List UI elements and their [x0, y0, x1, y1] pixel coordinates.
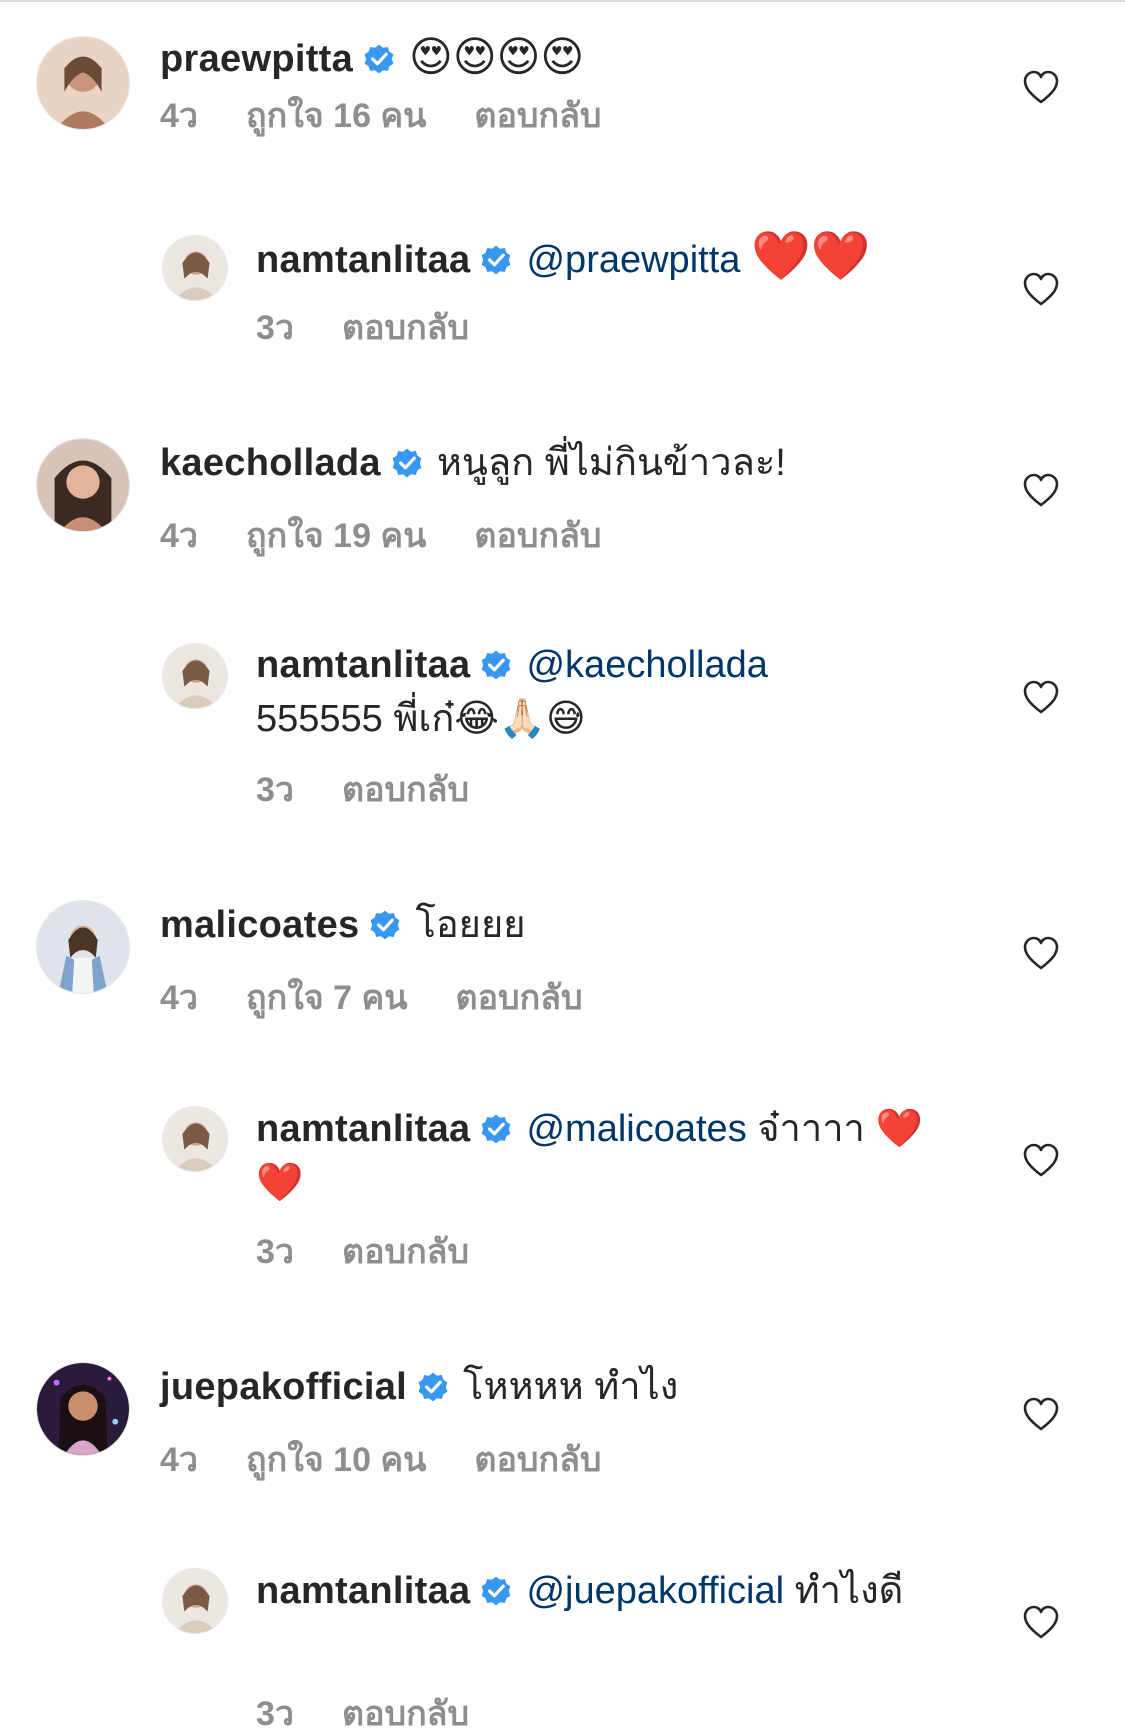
comment-body: โหหหห ทำไง [463, 1366, 679, 1408]
reply-meta: 3ว ตอบกลับ [256, 1232, 517, 1272]
verified-badge-icon [480, 1113, 512, 1145]
username[interactable]: kaechollada [160, 442, 381, 484]
mention-link[interactable]: @malicoates [526, 1108, 746, 1150]
username[interactable]: namtanlitaa [256, 644, 470, 686]
like-button[interactable] [1021, 471, 1061, 511]
heart-outline-icon [1023, 1397, 1059, 1431]
timestamp: 4ว [160, 97, 199, 135]
comment-meta: 4ว ถูกใจ 16 คน ตอบกลับ [160, 96, 650, 136]
reply-button[interactable]: ตอบกลับ [474, 97, 601, 135]
timestamp: 4ว [160, 1441, 199, 1479]
username[interactable]: juepakofficial [160, 1366, 407, 1408]
heart-outline-icon [1023, 680, 1059, 714]
heart-outline-icon [1023, 936, 1059, 970]
comment-text: juepakofficial โหหหห ทำไง [160, 1360, 980, 1414]
timestamp: 3ว [256, 309, 295, 347]
like-button[interactable] [1021, 270, 1061, 310]
heart-outline-icon [1023, 272, 1059, 306]
heart-outline-icon [1023, 1143, 1059, 1177]
username[interactable]: namtanlitaa [256, 1570, 470, 1612]
reply-text: namtanlitaa @praewpitta ❤️❤️ [256, 230, 956, 287]
verified-badge-icon [417, 1371, 449, 1403]
verified-badge-icon [480, 1575, 512, 1607]
verified-badge-icon [480, 649, 512, 681]
timestamp: 4ว [160, 517, 199, 555]
reply-meta: 3ว ตอบกลับ [256, 1694, 517, 1734]
verified-badge-icon [369, 909, 401, 941]
reply-body: ❤️❤️ [750, 230, 871, 283]
comment-meta: 4ว ถูกใจ 10 คน ตอบกลับ [160, 1440, 650, 1480]
verified-badge-icon [391, 447, 423, 479]
reply-button[interactable]: ตอบกลับ [342, 309, 469, 347]
avatar[interactable] [36, 36, 130, 130]
reply-body: 555555 พี่เก๋😂🙏🏻😅 [256, 698, 586, 740]
timestamp: 3ว [256, 771, 295, 809]
avatar[interactable] [36, 900, 130, 994]
avatar[interactable] [162, 235, 228, 301]
comment-body: 😍😍😍😍 [409, 33, 585, 80]
avatar[interactable] [162, 1568, 228, 1634]
likes-count[interactable]: ถูกใจ 10 คน [246, 1441, 426, 1479]
verified-badge-icon [480, 244, 512, 276]
username[interactable]: malicoates [160, 904, 359, 946]
timestamp: 3ว [256, 1233, 295, 1271]
heart-outline-icon [1023, 473, 1059, 507]
like-button[interactable] [1021, 1603, 1061, 1643]
reply-text: namtanlitaa @malicoates จ๋าาาา ❤️❤️ [256, 1102, 956, 1210]
avatar[interactable] [36, 438, 130, 532]
avatar[interactable] [162, 643, 228, 709]
comment-meta: 4ว ถูกใจ 19 คน ตอบกลับ [160, 516, 650, 556]
timestamp: 4ว [160, 979, 199, 1017]
mention-link[interactable]: @praewpitta [526, 239, 740, 281]
reply-text: namtanlitaa @kaechollada 555555 พี่เก๋😂🙏🏻😅 [256, 638, 956, 746]
reply-button[interactable]: ตอบกลับ [474, 1441, 601, 1479]
reply-body: ทำไงดี [794, 1570, 904, 1612]
verified-badge-icon [363, 43, 395, 75]
username[interactable]: praewpitta [160, 38, 353, 80]
like-button[interactable] [1021, 1141, 1061, 1181]
avatar[interactable] [162, 1106, 228, 1172]
comment-body: โอยยย [415, 904, 526, 946]
avatar[interactable] [36, 1362, 130, 1456]
heart-outline-icon [1023, 70, 1059, 104]
likes-count[interactable]: ถูกใจ 19 คน [246, 517, 426, 555]
comment-text: kaechollada หนูลูก พี่ไม่กินข้าวละ! [160, 436, 980, 490]
like-button[interactable] [1021, 934, 1061, 974]
reply-meta: 3ว ตอบกลับ [256, 770, 517, 810]
reply-button[interactable]: ตอบกลับ [342, 1233, 469, 1271]
comment-meta: 4ว ถูกใจ 7 คน ตอบกลับ [160, 978, 631, 1018]
reply-text: namtanlitaa @juepakofficial ทำไงดี [256, 1564, 956, 1618]
likes-count[interactable]: ถูกใจ 7 คน [246, 979, 407, 1017]
reply-meta: 3ว ตอบกลับ [256, 308, 517, 348]
likes-count[interactable]: ถูกใจ 16 คน [246, 97, 426, 135]
like-button[interactable] [1021, 1395, 1061, 1435]
reply-button[interactable]: ตอบกลับ [342, 1695, 469, 1733]
heart-outline-icon [1023, 1605, 1059, 1639]
timestamp: 3ว [256, 1695, 295, 1733]
reply-button[interactable]: ตอบกลับ [456, 979, 583, 1017]
comment-text: praewpitta 😍😍😍😍 [160, 30, 980, 86]
like-button[interactable] [1021, 68, 1061, 108]
reply-button[interactable]: ตอบกลับ [342, 771, 469, 809]
username[interactable]: namtanlitaa [256, 239, 470, 281]
comment-body: หนูลูก พี่ไม่กินข้าวละ! [436, 442, 786, 484]
username[interactable]: namtanlitaa [256, 1108, 470, 1150]
mention-link[interactable]: @juepakofficial [526, 1570, 784, 1612]
like-button[interactable] [1021, 678, 1061, 718]
mention-link[interactable]: @kaechollada [526, 644, 767, 686]
top-divider [0, 0, 1125, 2]
reply-button[interactable]: ตอบกลับ [474, 517, 601, 555]
comment-text: malicoates โอยยย [160, 898, 980, 952]
